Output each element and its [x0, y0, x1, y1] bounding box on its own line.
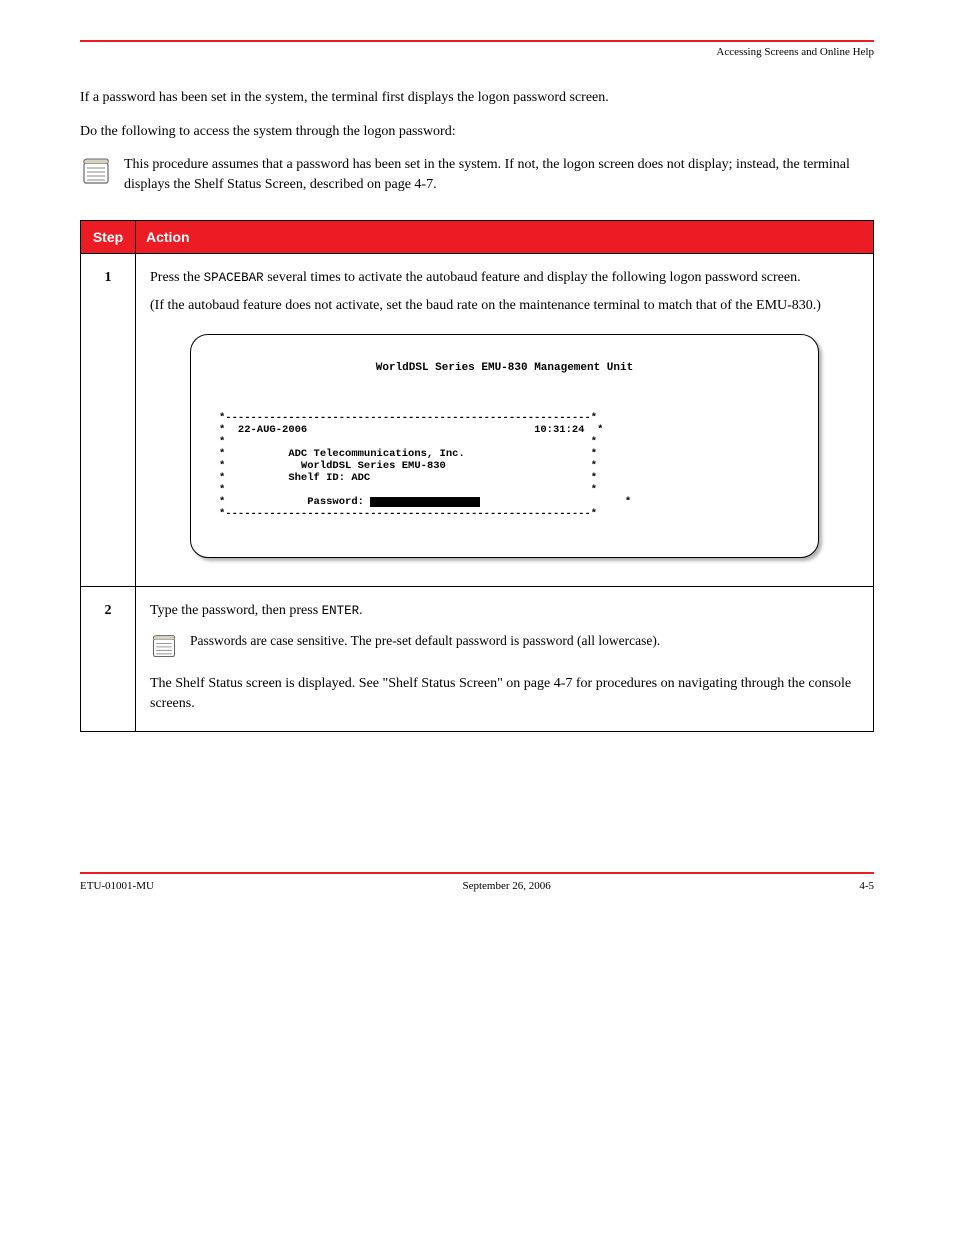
inner-note-block: Passwords are case sensitive. The pre-se…: [150, 632, 859, 660]
intro-para-2: Do the following to access the system th…: [80, 122, 874, 142]
inner-note-text: Passwords are case sensitive. The pre-se…: [190, 632, 660, 651]
table-row: 2 Type the password, then press ENTER.: [81, 586, 874, 732]
note-text: This procedure assumes that a password h…: [124, 155, 874, 194]
table-row: 1 Press the SPACEBAR several times to ac…: [81, 254, 874, 586]
term-line3: Shelf ID: ADC: [288, 472, 370, 484]
terminal-screenshot: WorldDSL Series EMU-830 Management Unit …: [190, 334, 819, 558]
steps-table: Step Action 1 Press the SPACEBAR several…: [80, 220, 874, 732]
step1-text-c: several times to activate the autobaud f…: [264, 270, 801, 285]
step-action: Type the password, then press ENTER. Pas…: [136, 586, 874, 732]
term-time: 10:31:24: [534, 424, 584, 436]
password-masked-bar: [370, 497, 480, 507]
top-rule: [80, 40, 874, 42]
step2-pre: Type the password, then press: [150, 603, 322, 618]
running-header: Accessing Screens and Online Help: [80, 46, 874, 58]
enter-key: ENTER: [322, 604, 360, 618]
term-password-label: Password:: [307, 496, 364, 508]
spacebar-key: SPACEBAR: [204, 271, 264, 285]
step2-after: The Shelf Status screen is displayed. Se…: [150, 674, 859, 713]
notepad-icon: [150, 632, 178, 660]
term-line2: WorldDSL Series EMU-830: [301, 460, 446, 472]
term-date: 22-AUG-2006: [238, 424, 307, 436]
intro-para-1: If a password has been set in the system…: [80, 88, 874, 108]
term-line1: ADC Telecommunications, Inc.: [288, 448, 464, 460]
step-number: 1: [81, 254, 136, 586]
col-step-header: Step: [81, 221, 136, 254]
terminal-title: WorldDSL Series EMU-830 Management Unit: [219, 361, 790, 376]
step-action: Press the SPACEBAR several times to acti…: [136, 254, 874, 586]
footer-left: ETU-01001-MU: [80, 880, 154, 892]
step-number: 2: [81, 586, 136, 732]
step1-para2: (If the autobaud feature does not activa…: [150, 296, 859, 316]
notepad-icon: [80, 155, 112, 187]
step1-text-a: Press the: [150, 270, 204, 285]
terminal-body: *---------------------------------------…: [219, 412, 790, 521]
footer-center: September 26, 2006: [462, 880, 550, 892]
footer-right: 4-5: [859, 880, 874, 892]
note-block: This procedure assumes that a password h…: [80, 155, 874, 194]
col-action-header: Action: [136, 221, 874, 254]
